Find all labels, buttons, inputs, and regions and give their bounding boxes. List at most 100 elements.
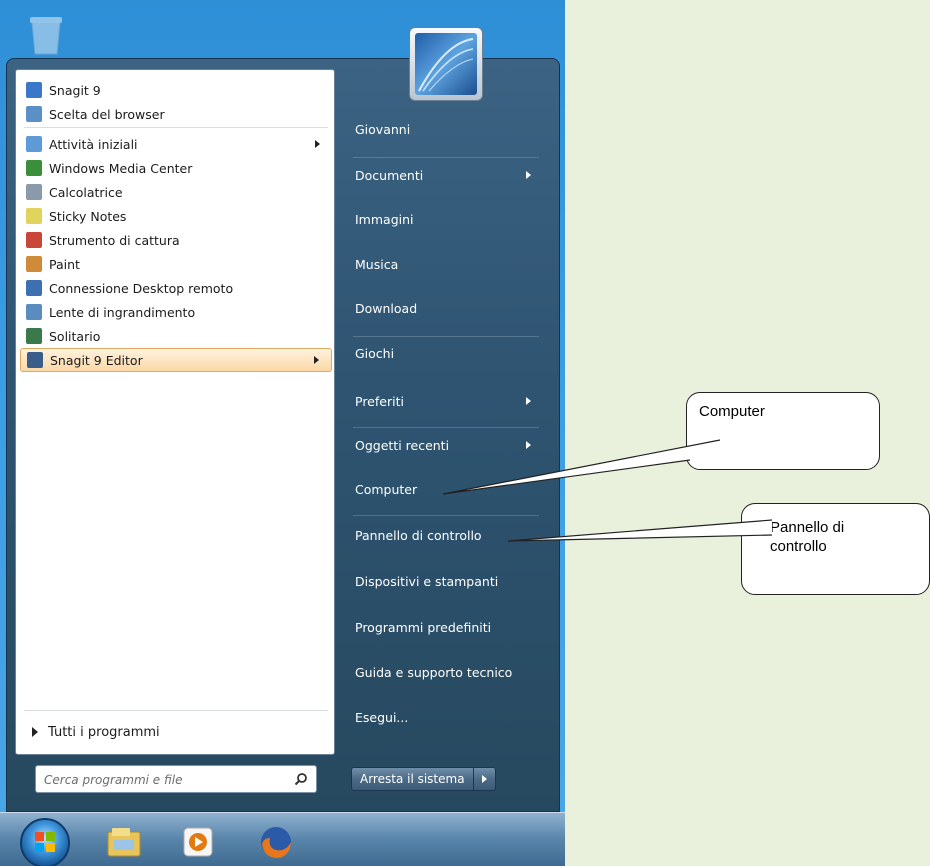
callout-computer: Computer <box>686 392 880 470</box>
program-item[interactable]: Attività iniziali <box>20 132 332 156</box>
program-item[interactable]: Solitario <box>20 324 332 348</box>
place-item[interactable]: Oggetti recenti <box>355 431 537 459</box>
place-label: Documenti <box>355 167 424 183</box>
place-item[interactable]: Pannello di controllo <box>355 521 537 549</box>
chevron-right-icon <box>526 171 531 179</box>
solitaire-icon <box>26 328 42 344</box>
place-label: Guida e supporto tecnico <box>355 664 513 680</box>
browser-choice-icon <box>26 106 42 122</box>
magnifier-icon <box>26 304 42 320</box>
chevron-right-icon <box>526 397 531 405</box>
snagit-editor-icon <box>27 352 43 368</box>
place-label: Preferiti <box>355 393 404 409</box>
place-item[interactable]: Giovanni <box>355 115 537 143</box>
place-label: Download <box>355 300 418 316</box>
start-menu: Snagit 9 Scelta del browser Attività inizi… <box>6 27 560 812</box>
shutdown-options-button[interactable] <box>473 767 496 791</box>
search-box <box>35 765 317 793</box>
place-label: Pannello di controllo <box>355 527 482 543</box>
chevron-right-icon <box>315 140 320 148</box>
paint-icon <box>26 256 42 272</box>
shutdown-button[interactable]: Arresta il sistema <box>351 767 474 791</box>
place-item[interactable]: Programmi predefiniti <box>355 613 537 641</box>
place-item[interactable]: Dispositivi e stampanti <box>355 567 537 595</box>
sticky-notes-icon <box>26 208 42 224</box>
all-programs-button[interactable]: Tutti i programmi <box>24 720 336 744</box>
calculator-icon <box>26 184 42 200</box>
snagit-icon <box>26 82 42 98</box>
user-picture-image <box>415 33 477 95</box>
program-item[interactable]: Snagit 9 <box>20 78 332 102</box>
program-item[interactable]: Snagit 9 Editor <box>20 348 332 372</box>
program-label: Snagit 9 <box>49 82 101 98</box>
divider <box>24 127 328 128</box>
place-label: Esegui... <box>355 709 409 725</box>
chevron-right-icon <box>526 441 531 449</box>
all-programs-label: Tutti i programmi <box>48 724 160 740</box>
program-label: Strumento di cattura <box>49 232 180 248</box>
snipping-tool-icon <box>26 232 42 248</box>
program-label: Attività iniziali <box>49 136 138 152</box>
callout-control-panel-text: Pannello di controllo <box>770 519 845 555</box>
program-label: Solitario <box>49 328 101 344</box>
media-player-icon[interactable] <box>178 822 218 862</box>
program-item[interactable]: Sticky Notes <box>20 204 332 228</box>
getting-started-icon <box>26 136 42 152</box>
place-label: Giovanni <box>355 121 411 137</box>
place-item[interactable]: Computer <box>355 475 537 503</box>
program-item[interactable]: Lente di ingrandimento <box>20 300 332 324</box>
shutdown-group: Arresta il sistema <box>351 767 496 791</box>
triangle-right-icon <box>32 727 38 737</box>
program-label: Calcolatrice <box>49 184 123 200</box>
program-label: Lente di ingrandimento <box>49 304 196 320</box>
search-input[interactable] <box>44 770 280 790</box>
program-item[interactable]: Connessione Desktop remoto <box>20 276 332 300</box>
program-label: Scelta del browser <box>49 106 165 122</box>
place-item[interactable]: Esegui... <box>355 703 537 731</box>
program-item[interactable]: Strumento di cattura <box>20 228 332 252</box>
place-item[interactable]: Giochi <box>355 339 537 367</box>
divider <box>353 157 539 158</box>
chevron-right-icon <box>314 356 319 364</box>
programs-pane: Snagit 9 Scelta del browser Attività inizi… <box>15 69 335 755</box>
program-label: Connessione Desktop remoto <box>49 280 234 296</box>
place-item[interactable]: Preferiti <box>355 387 537 415</box>
program-item[interactable]: Paint <box>20 252 332 276</box>
firefox-icon[interactable] <box>256 822 296 862</box>
place-label: Computer <box>355 481 418 497</box>
place-item[interactable]: Download <box>355 294 537 322</box>
program-item[interactable]: Calcolatrice <box>20 180 332 204</box>
media-center-icon <box>26 160 42 176</box>
program-label: Sticky Notes <box>49 208 127 224</box>
place-label: Oggetti recenti <box>355 437 450 453</box>
place-label: Dispositivi e stampanti <box>355 573 499 589</box>
divider <box>353 427 539 428</box>
divider <box>353 515 539 516</box>
place-item[interactable]: Documenti <box>355 161 537 189</box>
place-item[interactable]: Guida e supporto tecnico <box>355 658 537 686</box>
place-item[interactable]: Immagini <box>355 205 537 233</box>
place-label: Programmi predefiniti <box>355 619 492 635</box>
desktop: Snagit 9 Scelta del browser Attività inizi… <box>0 0 565 866</box>
recycle-bin-icon[interactable] <box>26 12 66 56</box>
divider <box>24 710 328 711</box>
callout-control-panel: Pannello di controllo <box>741 503 930 595</box>
place-label: Musica <box>355 256 399 272</box>
program-label: Windows Media Center <box>49 160 193 176</box>
windows-explorer-icon[interactable] <box>104 822 144 862</box>
place-label: Immagini <box>355 211 414 227</box>
divider <box>353 336 539 337</box>
start-button[interactable] <box>20 818 70 866</box>
place-item[interactable]: Musica <box>355 250 537 278</box>
program-item[interactable]: Scelta del browser <box>20 102 332 126</box>
search-icon[interactable] <box>294 772 308 786</box>
program-item[interactable]: Windows Media Center <box>20 156 332 180</box>
program-label: Paint <box>49 256 80 272</box>
remote-desktop-icon <box>26 280 42 296</box>
user-picture[interactable] <box>409 27 483 101</box>
callout-computer-text: Computer <box>699 403 765 420</box>
windows-logo-icon <box>35 832 55 852</box>
chevron-right-icon <box>481 775 487 783</box>
place-label: Giochi <box>355 345 395 361</box>
program-label: Snagit 9 Editor <box>50 352 143 368</box>
